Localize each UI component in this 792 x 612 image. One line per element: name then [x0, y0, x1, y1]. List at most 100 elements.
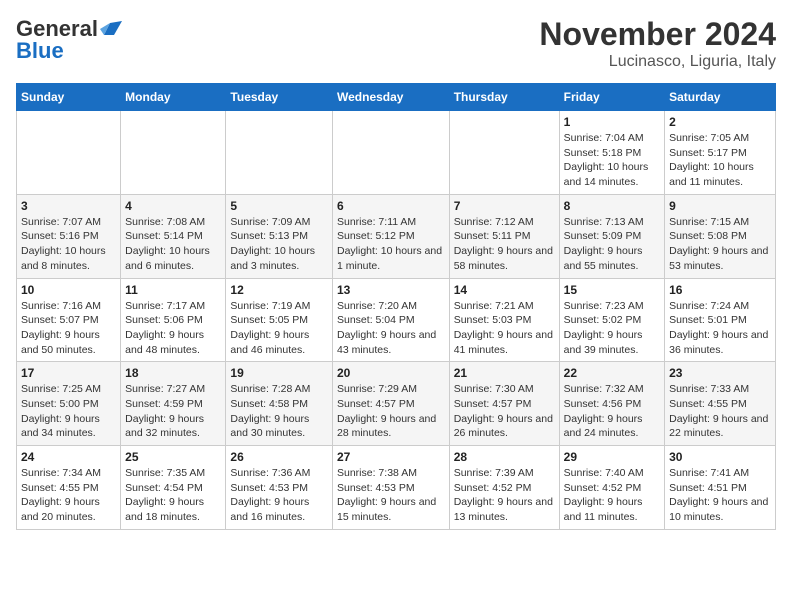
day-number: 18 — [125, 366, 221, 380]
day-number: 7 — [454, 199, 555, 213]
calendar-table: SundayMondayTuesdayWednesdayThursdayFrid… — [16, 83, 776, 530]
day-cell: 25 Sunrise: 7:35 AM Sunset: 4:54 PM Dayli… — [121, 446, 226, 530]
day-cell: 15 Sunrise: 7:23 AM Sunset: 5:02 PM Dayli… — [559, 278, 664, 362]
week-row-5: 24 Sunrise: 7:34 AM Sunset: 4:55 PM Dayli… — [17, 446, 776, 530]
day-cell: 12 Sunrise: 7:19 AM Sunset: 5:05 PM Dayli… — [226, 278, 333, 362]
day-info: Sunrise: 7:24 AM Sunset: 5:01 PM Dayligh… — [669, 299, 771, 358]
day-number: 28 — [454, 450, 555, 464]
day-number: 14 — [454, 283, 555, 297]
day-number: 25 — [125, 450, 221, 464]
day-cell: 19Sunrise: 7:28 AM Sunset: 4:58 PM Dayli… — [226, 362, 333, 446]
day-info: Sunrise: 7:41 AM Sunset: 4:51 PM Dayligh… — [669, 466, 771, 525]
day-info: Sunrise: 7:08 AM Sunset: 5:14 PM Dayligh… — [125, 215, 221, 274]
day-number: 15 — [564, 283, 660, 297]
day-info: Sunrise: 7:11 AM Sunset: 5:12 PM Dayligh… — [337, 215, 445, 274]
day-info: Sunrise: 7:25 AM Sunset: 5:00 PM Dayligh… — [21, 382, 116, 441]
day-info: Sunrise: 7:27 AM Sunset: 4:59 PM Dayligh… — [125, 382, 221, 441]
day-number: 5 — [230, 199, 328, 213]
calendar-body: 1Sunrise: 7:04 AM Sunset: 5:18 PM Daylig… — [17, 111, 776, 530]
weekday-header-sunday: Sunday — [17, 84, 121, 111]
day-cell: 13 Sunrise: 7:20 AM Sunset: 5:04 PM Dayli… — [333, 278, 450, 362]
day-info: Sunrise: 7:17 AM Sunset: 5:06 PM Dayligh… — [125, 299, 221, 358]
day-info: Sunrise: 7:40 AM Sunset: 4:52 PM Dayligh… — [564, 466, 660, 525]
weekday-header-wednesday: Wednesday — [333, 84, 450, 111]
day-info: Sunrise: 7:30 AM Sunset: 4:57 PM Dayligh… — [454, 382, 555, 441]
day-cell: 22Sunrise: 7:32 AM Sunset: 4:56 PM Dayli… — [559, 362, 664, 446]
page-header: General Blue November 2024 Lucinasco, Li… — [16, 16, 776, 71]
day-info: Sunrise: 7:15 AM Sunset: 5:08 PM Dayligh… — [669, 215, 771, 274]
day-cell: 18 Sunrise: 7:27 AM Sunset: 4:59 PM Dayli… — [121, 362, 226, 446]
day-number: 24 — [21, 450, 116, 464]
month-title: November 2024 — [539, 16, 776, 53]
day-number: 30 — [669, 450, 771, 464]
day-cell: 10 Sunrise: 7:16 AM Sunset: 5:07 PM Dayli… — [17, 278, 121, 362]
day-number: 10 — [21, 283, 116, 297]
day-cell: 9 Sunrise: 7:15 AM Sunset: 5:08 PM Daylig… — [665, 194, 776, 278]
day-number: 16 — [669, 283, 771, 297]
day-cell: 7 Sunrise: 7:12 AM Sunset: 5:11 PM Daylig… — [449, 194, 559, 278]
day-info: Sunrise: 7:09 AM Sunset: 5:13 PM Dayligh… — [230, 215, 328, 274]
day-cell: 30 Sunrise: 7:41 AM Sunset: 4:51 PM Dayli… — [665, 446, 776, 530]
day-info: Sunrise: 7:05 AM Sunset: 5:17 PM Dayligh… — [669, 131, 771, 190]
day-number: 17 — [21, 366, 116, 380]
day-cell: 21 Sunrise: 7:30 AM Sunset: 4:57 PM Dayli… — [449, 362, 559, 446]
day-cell: 27Sunrise: 7:38 AM Sunset: 4:53 PM Dayli… — [333, 446, 450, 530]
day-info: Sunrise: 7:16 AM Sunset: 5:07 PM Dayligh… — [21, 299, 116, 358]
day-info: Sunrise: 7:35 AM Sunset: 4:54 PM Dayligh… — [125, 466, 221, 525]
day-cell: 17 Sunrise: 7:25 AM Sunset: 5:00 PM Dayli… — [17, 362, 121, 446]
week-row-4: 17 Sunrise: 7:25 AM Sunset: 5:00 PM Dayli… — [17, 362, 776, 446]
day-info: Sunrise: 7:23 AM Sunset: 5:02 PM Dayligh… — [564, 299, 660, 358]
weekday-header-thursday: Thursday — [449, 84, 559, 111]
day-number: 9 — [669, 199, 771, 213]
location: Lucinasco, Liguria, Italy — [539, 53, 776, 71]
day-number: 4 — [125, 199, 221, 213]
day-cell: 5 Sunrise: 7:09 AM Sunset: 5:13 PM Daylig… — [226, 194, 333, 278]
day-cell: 26Sunrise: 7:36 AM Sunset: 4:53 PM Dayli… — [226, 446, 333, 530]
day-cell: 29 Sunrise: 7:40 AM Sunset: 4:52 PM Dayli… — [559, 446, 664, 530]
title-block: November 2024 Lucinasco, Liguria, Italy — [539, 16, 776, 71]
day-number: 13 — [337, 283, 445, 297]
day-cell: 1Sunrise: 7:04 AM Sunset: 5:18 PM Daylig… — [559, 111, 664, 195]
day-info: Sunrise: 7:28 AM Sunset: 4:58 PM Dayligh… — [230, 382, 328, 441]
day-cell: 4 Sunrise: 7:08 AM Sunset: 5:14 PM Daylig… — [121, 194, 226, 278]
day-info: Sunrise: 7:33 AM Sunset: 4:55 PM Dayligh… — [669, 382, 771, 441]
day-cell — [121, 111, 226, 195]
day-number: 22 — [564, 366, 660, 380]
day-cell: 3Sunrise: 7:07 AM Sunset: 5:16 PM Daylig… — [17, 194, 121, 278]
day-info: Sunrise: 7:20 AM Sunset: 5:04 PM Dayligh… — [337, 299, 445, 358]
day-cell: 20Sunrise: 7:29 AM Sunset: 4:57 PM Dayli… — [333, 362, 450, 446]
day-info: Sunrise: 7:07 AM Sunset: 5:16 PM Dayligh… — [21, 215, 116, 274]
day-number: 23 — [669, 366, 771, 380]
day-cell: 8 Sunrise: 7:13 AM Sunset: 5:09 PM Daylig… — [559, 194, 664, 278]
week-row-3: 10 Sunrise: 7:16 AM Sunset: 5:07 PM Dayli… — [17, 278, 776, 362]
day-cell: 2Sunrise: 7:05 AM Sunset: 5:17 PM Daylig… — [665, 111, 776, 195]
weekday-header-friday: Friday — [559, 84, 664, 111]
day-cell: 6 Sunrise: 7:11 AM Sunset: 5:12 PM Daylig… — [333, 194, 450, 278]
day-cell: 24 Sunrise: 7:34 AM Sunset: 4:55 PM Dayli… — [17, 446, 121, 530]
weekday-header-saturday: Saturday — [665, 84, 776, 111]
day-number: 29 — [564, 450, 660, 464]
day-cell — [333, 111, 450, 195]
week-row-1: 1Sunrise: 7:04 AM Sunset: 5:18 PM Daylig… — [17, 111, 776, 195]
day-number: 12 — [230, 283, 328, 297]
day-info: Sunrise: 7:13 AM Sunset: 5:09 PM Dayligh… — [564, 215, 660, 274]
day-number: 20 — [337, 366, 445, 380]
day-info: Sunrise: 7:12 AM Sunset: 5:11 PM Dayligh… — [454, 215, 555, 274]
day-cell: 14 Sunrise: 7:21 AM Sunset: 5:03 PM Dayli… — [449, 278, 559, 362]
weekday-header-monday: Monday — [121, 84, 226, 111]
day-info: Sunrise: 7:21 AM Sunset: 5:03 PM Dayligh… — [454, 299, 555, 358]
day-number: 21 — [454, 366, 555, 380]
day-cell — [226, 111, 333, 195]
day-info: Sunrise: 7:19 AM Sunset: 5:05 PM Dayligh… — [230, 299, 328, 358]
weekday-header-tuesday: Tuesday — [226, 84, 333, 111]
day-info: Sunrise: 7:34 AM Sunset: 4:55 PM Dayligh… — [21, 466, 116, 525]
logo-icon — [100, 21, 122, 37]
day-number: 11 — [125, 283, 221, 297]
day-number: 26 — [230, 450, 328, 464]
weekday-header-row: SundayMondayTuesdayWednesdayThursdayFrid… — [17, 84, 776, 111]
day-cell: 11 Sunrise: 7:17 AM Sunset: 5:06 PM Dayli… — [121, 278, 226, 362]
day-number: 8 — [564, 199, 660, 213]
logo: General Blue — [16, 16, 122, 64]
day-number: 6 — [337, 199, 445, 213]
logo-blue: Blue — [16, 38, 64, 64]
